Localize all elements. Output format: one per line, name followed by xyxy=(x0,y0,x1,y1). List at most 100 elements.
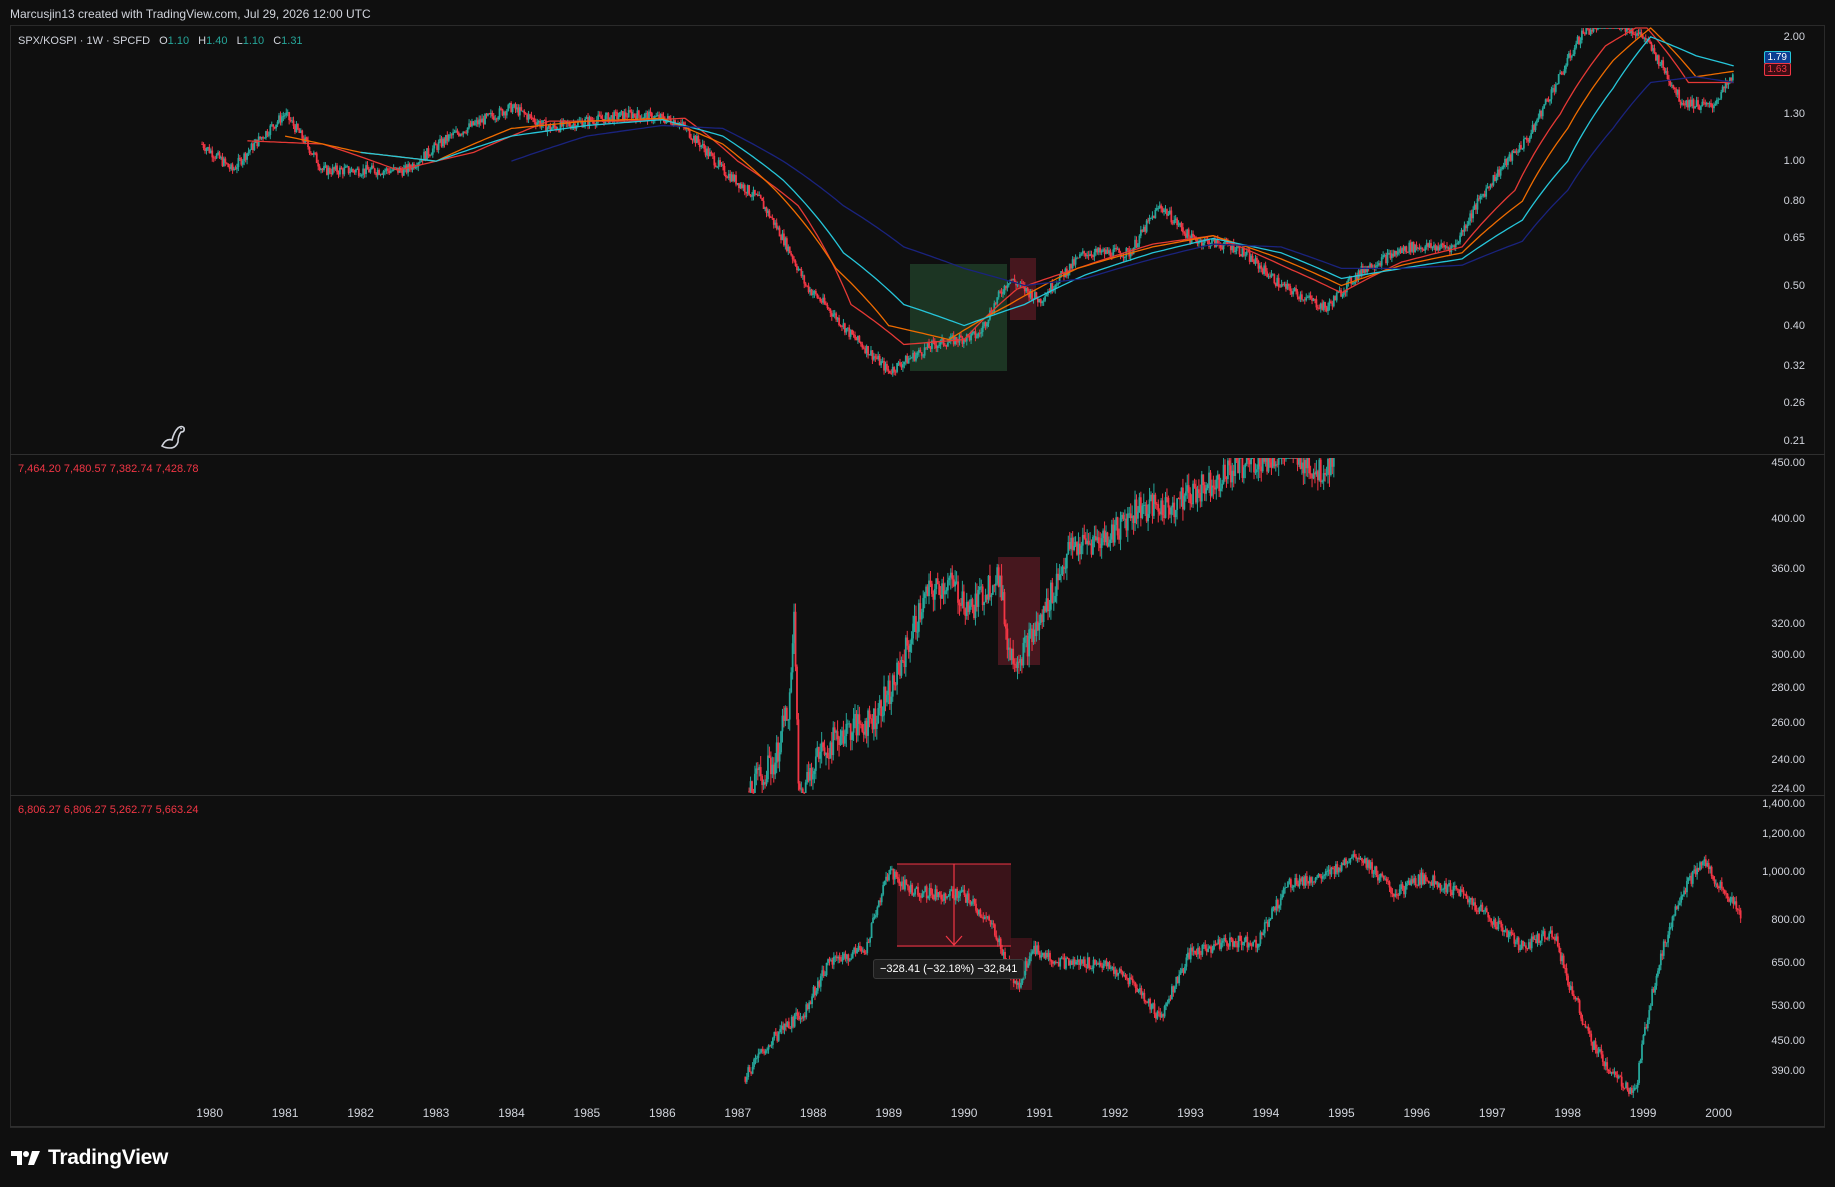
candle-body xyxy=(1161,500,1164,516)
candle-body xyxy=(1404,886,1407,895)
candle-body xyxy=(1648,1010,1651,1021)
candle-body xyxy=(711,153,714,156)
candle-body xyxy=(1686,881,1688,893)
candle-body xyxy=(372,165,375,169)
candle-body xyxy=(1562,955,1565,969)
candle-body xyxy=(500,108,502,110)
candle-body xyxy=(861,343,864,348)
candle-body xyxy=(463,131,466,133)
candle-body xyxy=(790,253,793,256)
candle-body xyxy=(633,113,636,116)
candle-body xyxy=(1258,943,1260,947)
candle-body xyxy=(1238,458,1241,474)
candle-body xyxy=(894,684,897,686)
candle-body xyxy=(1638,1062,1640,1083)
candle-body xyxy=(437,142,440,150)
candle-body xyxy=(819,976,822,987)
candle-body xyxy=(1552,937,1555,939)
candle-body xyxy=(1385,878,1388,882)
candle-body xyxy=(796,1012,799,1016)
candle-body xyxy=(1735,901,1738,910)
candle-body xyxy=(282,116,285,118)
candle-body xyxy=(1597,1051,1600,1054)
candle-body xyxy=(1649,41,1652,44)
candle-body xyxy=(1540,934,1543,941)
chart-canvas[interactable] xyxy=(0,0,1835,1187)
candle-body xyxy=(1600,1049,1603,1055)
candle-body xyxy=(1467,221,1470,225)
candle-body xyxy=(1037,945,1040,953)
candle-body xyxy=(1321,875,1324,879)
candle-body xyxy=(1093,252,1096,257)
candle-body xyxy=(862,347,865,349)
candle-body xyxy=(1414,878,1417,885)
candle-body xyxy=(269,125,272,135)
candle-body xyxy=(1192,233,1194,237)
candle-body xyxy=(751,1066,754,1074)
dino-icon[interactable] xyxy=(160,425,185,449)
candle-body xyxy=(886,694,888,703)
candle-body xyxy=(1442,889,1445,890)
candle-body xyxy=(1332,867,1334,870)
candle-body xyxy=(1315,299,1318,308)
x-tick-label: 1995 xyxy=(1328,1106,1355,1120)
candle-body xyxy=(880,700,883,717)
candle-body xyxy=(1673,87,1676,90)
candle-body xyxy=(836,731,839,740)
candle-body xyxy=(1182,227,1184,233)
candle-body xyxy=(1177,224,1180,226)
candle-body xyxy=(918,895,921,897)
candle-body xyxy=(1116,517,1119,536)
candle-body xyxy=(912,894,915,896)
candle-body xyxy=(1269,918,1272,920)
candle-body xyxy=(933,588,936,600)
candle-body xyxy=(1287,881,1289,888)
candle-body xyxy=(1119,517,1122,540)
candle-body xyxy=(1565,65,1567,70)
candle-body xyxy=(1332,458,1335,467)
candle-body xyxy=(1028,629,1031,657)
candle-body xyxy=(1641,35,1644,39)
candle-body xyxy=(856,949,858,954)
candle-body xyxy=(1173,220,1176,224)
candle-body xyxy=(1118,248,1120,253)
candle-body xyxy=(1224,464,1226,477)
candle-body xyxy=(774,762,777,775)
y-tick-label: 1.30 xyxy=(1783,108,1805,121)
candle-body xyxy=(945,590,948,592)
candle-body xyxy=(456,130,459,134)
candle-body xyxy=(617,116,620,120)
candle-body xyxy=(1468,899,1471,903)
candle-body xyxy=(768,210,771,218)
candle-body xyxy=(909,643,912,652)
candle-body xyxy=(876,907,879,916)
candle-body xyxy=(796,666,798,720)
candle-body xyxy=(1219,488,1222,492)
candle-body xyxy=(779,1028,782,1033)
candle-body xyxy=(1226,941,1228,946)
candle-body xyxy=(990,594,993,598)
candle-body xyxy=(1184,966,1186,973)
candle-body xyxy=(917,886,919,896)
candle-body xyxy=(794,260,797,266)
candle-body xyxy=(661,114,663,116)
candle-body xyxy=(916,352,919,355)
candle-body xyxy=(910,357,913,359)
candle-body xyxy=(881,715,884,717)
candle-body xyxy=(1137,243,1139,248)
candle-body xyxy=(1176,498,1179,510)
candle-body xyxy=(1620,1076,1623,1087)
candle-body xyxy=(910,638,913,644)
candle-body xyxy=(1639,1060,1642,1063)
candle-body xyxy=(1335,293,1338,301)
candle-body xyxy=(896,363,898,372)
candle-body xyxy=(777,1032,780,1041)
candle-body xyxy=(882,885,885,895)
measure-label: −328.41 (−32.18%) −32,841 xyxy=(873,959,1025,979)
candle-body xyxy=(1292,885,1295,887)
candle-body xyxy=(970,901,973,905)
tradingview-logo[interactable]: TradingView xyxy=(10,1144,168,1172)
candle-body xyxy=(883,880,886,886)
candle-body xyxy=(901,660,904,662)
candle-body xyxy=(1163,210,1165,213)
